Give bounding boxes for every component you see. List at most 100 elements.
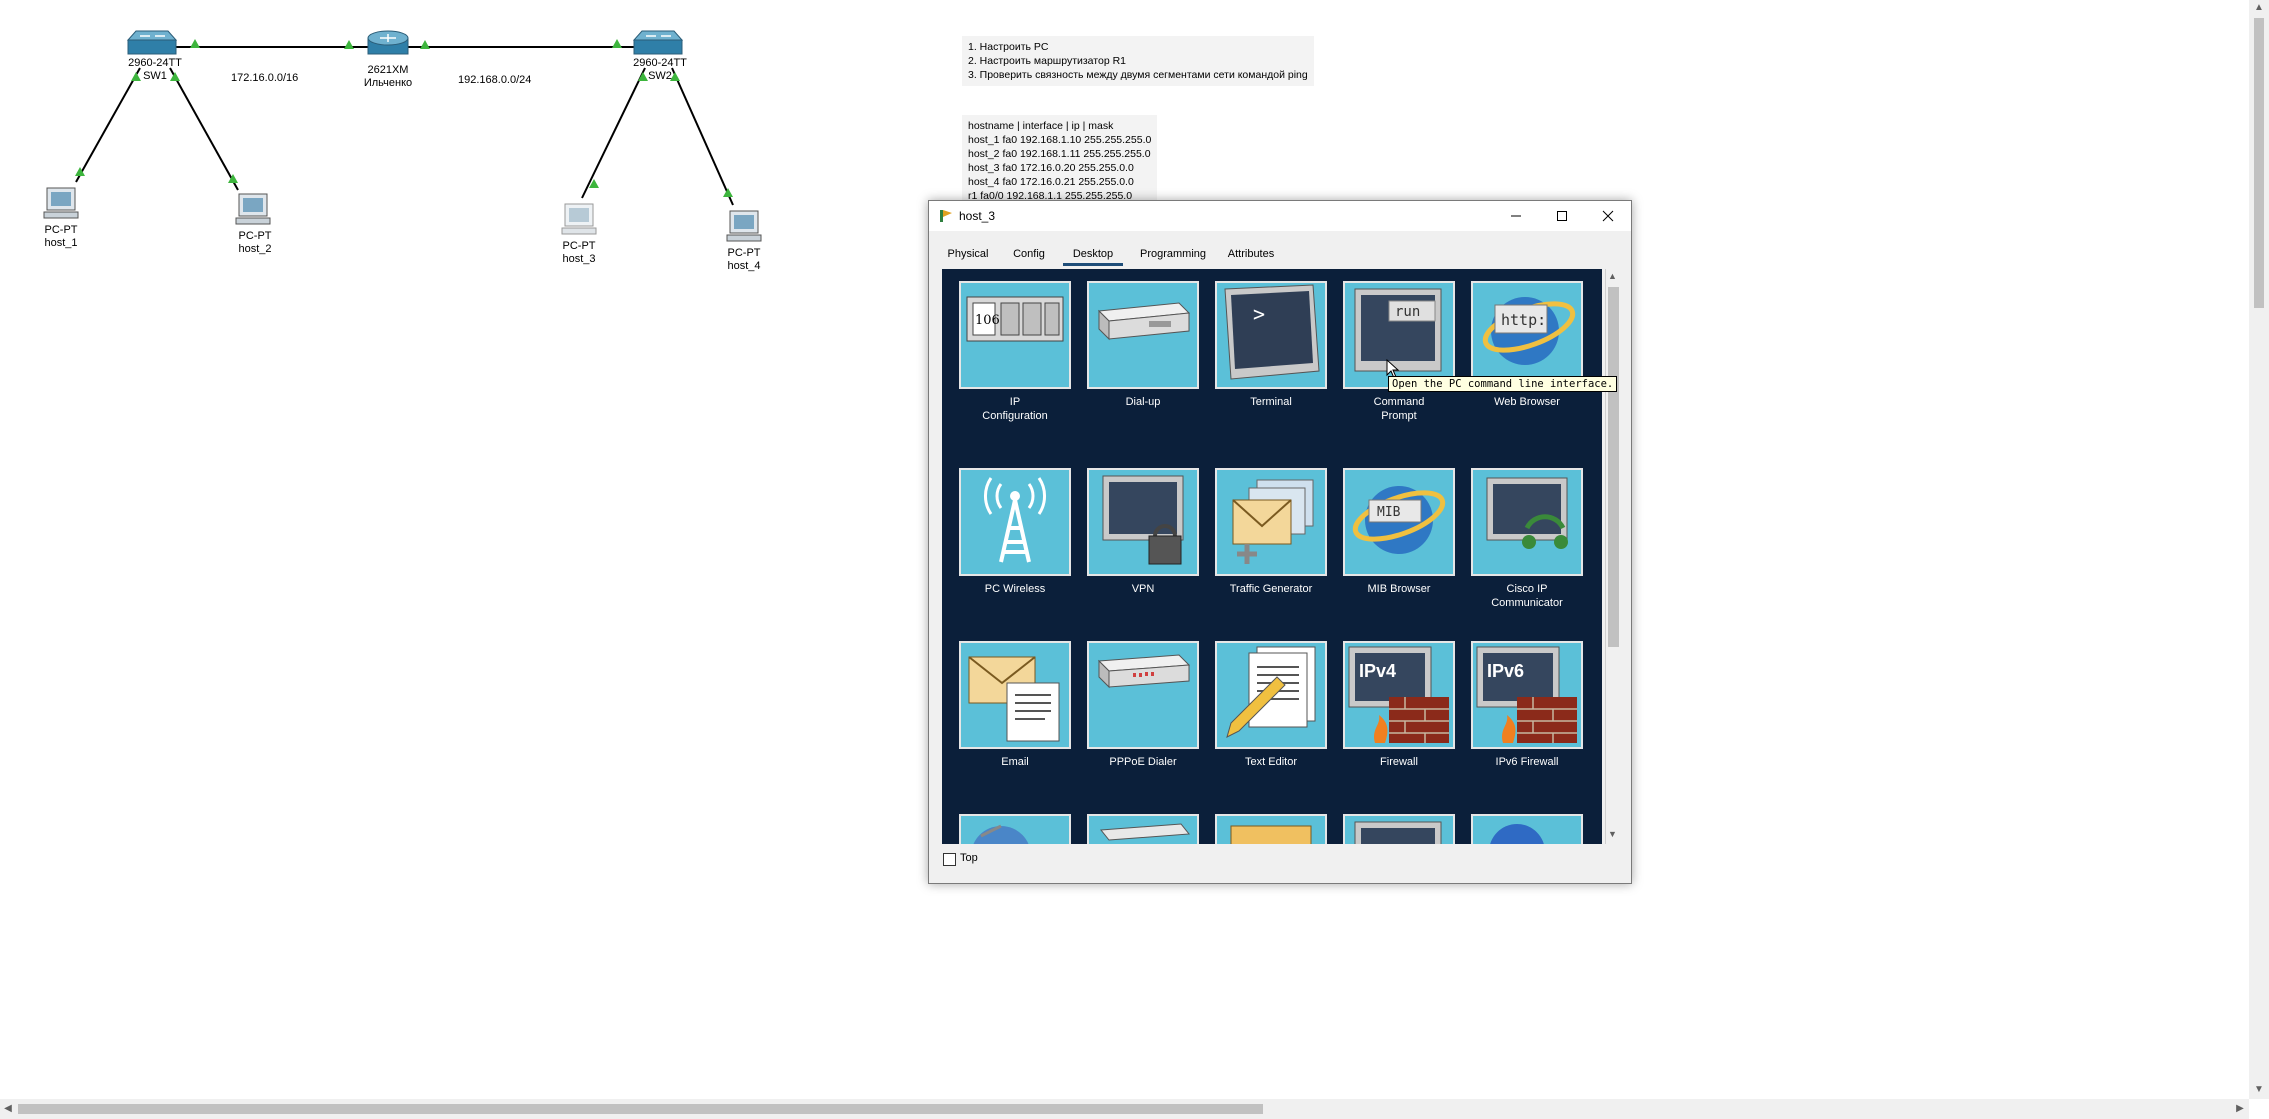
app-vpn[interactable]: VPN	[1087, 468, 1199, 596]
ipv6-firewall-icon: IPv6	[1476, 646, 1577, 743]
tab-desktop[interactable]: Desktop	[1063, 245, 1123, 266]
app-label: Web Browser	[1494, 396, 1560, 408]
switch-icon[interactable]	[632, 30, 684, 55]
link-sw2-host4[interactable]	[671, 67, 734, 206]
app-mib-browser[interactable]: MIB MIB Browser	[1343, 468, 1455, 596]
ip-table-note[interactable]: hostname | interface | ip | mask host_1 …	[962, 115, 1158, 207]
network-label-left: 172.16.0.0/16	[231, 72, 299, 84]
dialog-titlebar[interactable]: host_3	[929, 201, 1631, 231]
app-label: Cisco IP Communicator	[1491, 583, 1563, 609]
link-sw1-host2[interactable]	[169, 67, 239, 191]
app-label: IP Configuration	[982, 396, 1048, 422]
tab-attributes[interactable]: Attributes	[1225, 245, 1277, 263]
server-icon	[1100, 823, 1190, 841]
switch-icon[interactable]	[126, 30, 178, 55]
pc-icon[interactable]	[561, 203, 597, 235]
top-checkbox-label: Top	[960, 852, 978, 864]
app-pc-wireless[interactable]: PC Wireless	[959, 468, 1071, 596]
minimize-button[interactable]	[1493, 201, 1539, 231]
tab-programming[interactable]: Programming	[1139, 245, 1207, 263]
ipv4-firewall-icon: IPv4	[1348, 646, 1449, 743]
topology-links	[43, 30, 762, 242]
network-label-right: 192.168.0.0/24	[458, 74, 532, 86]
scroll-up-arrow-icon[interactable]: ▲	[1608, 271, 1617, 281]
device-label-host3: PC-PT host_3	[562, 240, 596, 265]
globe-icon	[973, 824, 1029, 844]
pc-icon[interactable]	[43, 187, 79, 219]
wireless-antenna-icon	[984, 477, 1046, 563]
app-partial-tile[interactable]	[1087, 814, 1199, 844]
app-label: Text Editor	[1245, 756, 1297, 768]
scrollbar-thumb[interactable]	[18, 1104, 1263, 1114]
scroll-down-arrow-icon[interactable]: ▼	[2251, 1082, 2267, 1098]
app-label: PPPoE Dialer	[1109, 756, 1177, 768]
scroll-down-arrow-icon[interactable]: ▼	[1608, 829, 1617, 839]
desktop-apps-panel: 106 IP Configuration Dial-up > Terminal	[942, 269, 1602, 844]
app-cisco-ip-communicator[interactable]: Cisco IP Communicator	[1471, 468, 1583, 610]
scroll-left-arrow-icon[interactable]: ◀	[0, 1101, 16, 1117]
app-terminal[interactable]: > Terminal	[1215, 281, 1327, 409]
app-label: VPN	[1131, 583, 1155, 595]
link-sw1-host1[interactable]	[75, 67, 141, 183]
app-label: Dial-up	[1125, 396, 1161, 408]
media-player-icon	[1490, 824, 1544, 844]
scrollbar-thumb[interactable]	[1608, 287, 1619, 647]
scroll-up-arrow-icon[interactable]: ▲	[2251, 0, 2267, 16]
top-checkbox[interactable]	[943, 853, 956, 866]
link-sw2-host3[interactable]	[581, 67, 646, 199]
app-email[interactable]: Email	[959, 641, 1071, 769]
svg-text:>: >	[1253, 302, 1265, 326]
close-icon	[1602, 210, 1614, 222]
maximize-button[interactable]	[1539, 201, 1585, 231]
router-icon[interactable]	[367, 30, 409, 55]
traffic-generator-icon	[1232, 479, 1314, 564]
app-text-editor[interactable]: Text Editor	[1215, 641, 1327, 769]
svg-text:IPv6: IPv6	[1487, 661, 1524, 681]
tooltip: Open the PC command line interface.	[1388, 376, 1618, 392]
dial-up-modem-icon	[1097, 302, 1191, 341]
app-partial-tile[interactable]	[1215, 814, 1327, 844]
app-ipv6-firewall[interactable]: IPv6 IPv6 Firewall	[1471, 641, 1583, 769]
app-label: Traffic Generator	[1229, 583, 1313, 595]
app-label: Terminal	[1250, 396, 1292, 408]
vpn-lock-icon	[1102, 475, 1184, 565]
app-label: Email	[1001, 756, 1029, 768]
app-partial-tile[interactable]	[959, 814, 1071, 844]
pc-icon[interactable]	[726, 210, 762, 242]
app-partial-tile[interactable]	[1471, 814, 1583, 844]
app-dial-up[interactable]: Dial-up	[1087, 281, 1199, 409]
tab-physical[interactable]: Physical	[945, 245, 991, 263]
workspace-vertical-scrollbar[interactable]: ▲ ▼	[2249, 0, 2269, 1099]
close-button[interactable]	[1585, 201, 1631, 231]
device-label-host4: PC-PT host_4	[727, 247, 761, 272]
host-config-dialog[interactable]: host_3 Physical Config Desktop Programmi…	[928, 200, 1632, 884]
app-command-prompt[interactable]: run Command Prompt	[1343, 281, 1455, 423]
device-label-host2: PC-PT host_2	[238, 230, 272, 255]
svg-text:106: 106	[975, 313, 1000, 328]
maximize-icon	[1557, 211, 1567, 221]
tab-config[interactable]: Config	[1011, 245, 1047, 263]
app-label: Command Prompt	[1373, 396, 1425, 422]
pppoe-dialer-icon	[1097, 654, 1191, 689]
svg-text:run: run	[1395, 304, 1420, 320]
app-traffic-generator[interactable]: Traffic Generator	[1215, 468, 1327, 596]
app-pppoe-dialer[interactable]: PPPoE Dialer	[1087, 641, 1199, 769]
web-browser-icon: http:	[1482, 297, 1576, 365]
folder-icon	[1230, 825, 1312, 844]
text-editor-icon	[1226, 646, 1316, 738]
app-label: IPv6 Firewall	[1495, 756, 1559, 768]
device-label-r1: 2621XM Ильченко	[363, 64, 413, 89]
terminal-icon: >	[1224, 284, 1320, 380]
scroll-right-arrow-icon[interactable]: ▶	[2232, 1101, 2248, 1117]
svg-text:IPv4: IPv4	[1359, 661, 1396, 681]
app-partial-tile[interactable]	[1343, 814, 1455, 844]
app-ip-configuration[interactable]: 106 IP Configuration	[959, 281, 1071, 423]
scrollbar-thumb[interactable]	[2254, 18, 2264, 308]
app-firewall[interactable]: IPv4 Firewall	[1343, 641, 1455, 769]
task-note[interactable]: 1. Настроить PC 2. Настроить маршрутизат…	[962, 36, 1314, 86]
mib-browser-icon: MIB	[1352, 486, 1446, 554]
pc-icon[interactable]	[235, 193, 271, 225]
workspace-horizontal-scrollbar[interactable]: ◀ ▶	[0, 1099, 2249, 1119]
apps-panel-scrollbar[interactable]: ▲ ▼	[1605, 269, 1621, 844]
app-label: PC Wireless	[984, 583, 1046, 595]
